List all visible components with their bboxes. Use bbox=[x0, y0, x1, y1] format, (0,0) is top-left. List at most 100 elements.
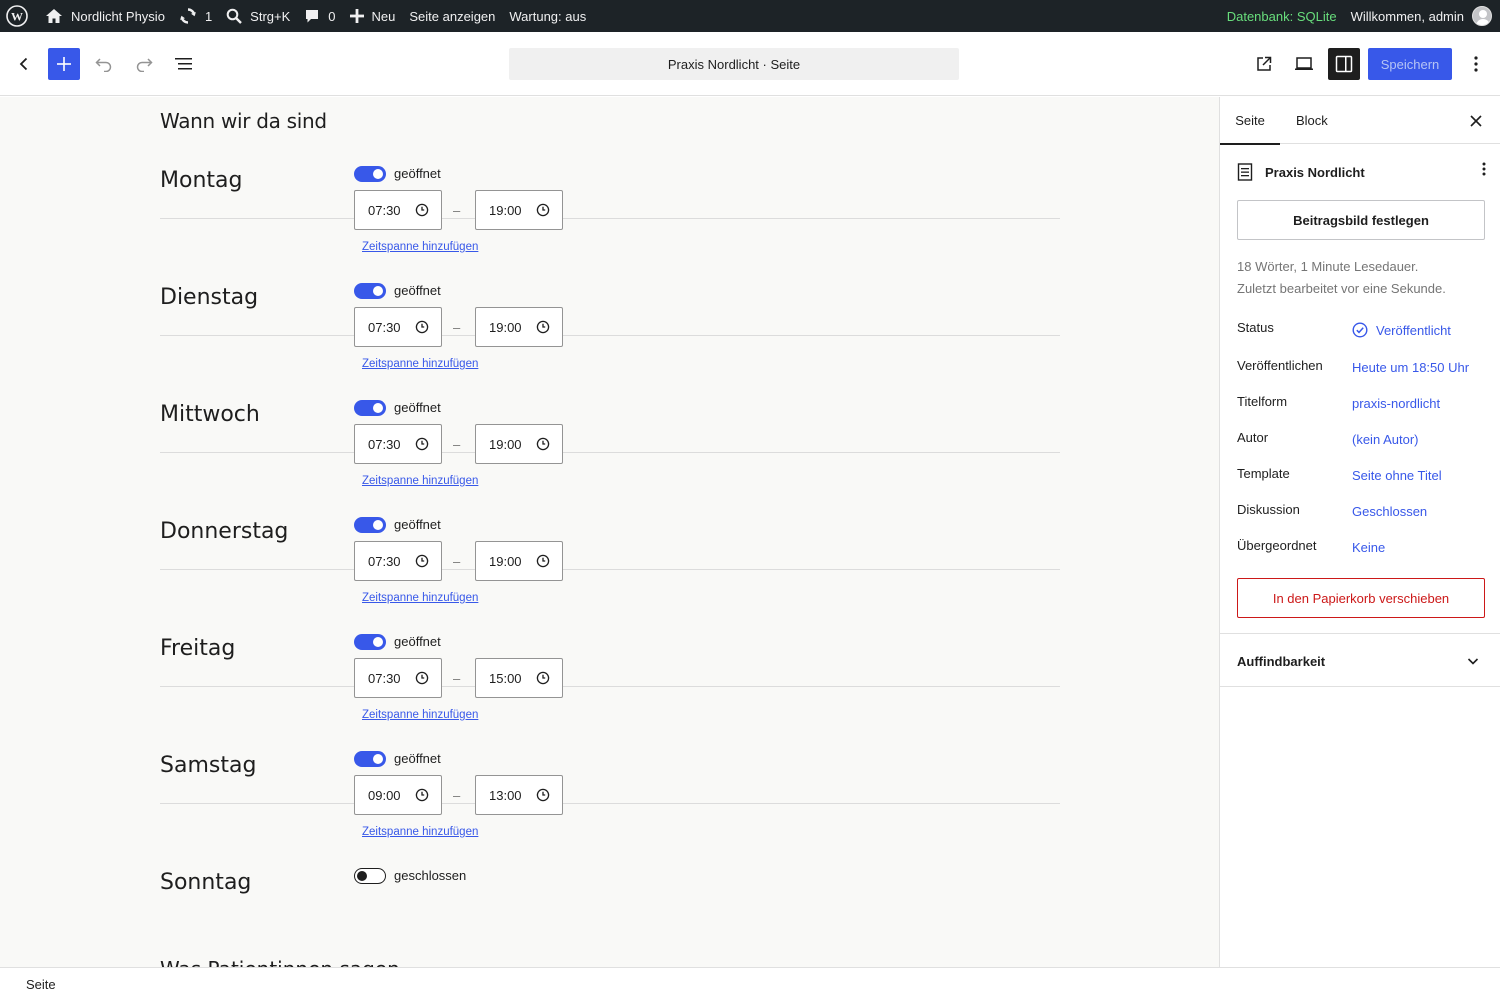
open-status: geöffnet bbox=[394, 400, 441, 415]
settings-sidebar-toggle[interactable] bbox=[1328, 48, 1360, 80]
property-value: Veröffentlicht bbox=[1376, 322, 1451, 338]
site-name-menu[interactable]: Nordlicht Physio bbox=[38, 0, 172, 32]
clock-icon bbox=[536, 788, 550, 802]
property-value-button[interactable]: praxis-nordlicht bbox=[1352, 396, 1440, 411]
open-toggle[interactable] bbox=[354, 868, 386, 884]
wordpress-logo-icon: W bbox=[6, 5, 28, 27]
close-icon bbox=[1470, 115, 1482, 127]
document-overview-button[interactable] bbox=[168, 48, 200, 80]
settings-sidebar: Seite Block Praxis Nordlicht Beitragsbil… bbox=[1219, 97, 1500, 967]
breadcrumb[interactable]: Seite bbox=[26, 977, 56, 992]
more-vertical-icon bbox=[1482, 162, 1486, 176]
page-property-row: Diskussion Geschlossen bbox=[1237, 502, 1485, 524]
block-inserter-button[interactable] bbox=[48, 48, 80, 80]
command-search[interactable]: Strg+K bbox=[219, 0, 297, 32]
property-value-button[interactable]: Heute um 18:50 Uhr bbox=[1352, 360, 1469, 375]
clock-icon bbox=[536, 554, 550, 568]
view-page-link[interactable]: Seite anzeigen bbox=[402, 0, 502, 32]
view-page-button[interactable] bbox=[1248, 48, 1280, 80]
clock-icon bbox=[415, 203, 429, 217]
page-title: Praxis Nordlicht bbox=[1265, 164, 1365, 180]
updates-count: 1 bbox=[204, 8, 213, 24]
page-stats: 18 Wörter, 1 Minute Lesedauer. Zuletzt b… bbox=[1237, 256, 1446, 300]
open-toggle[interactable] bbox=[354, 400, 386, 416]
property-value: Seite ohne Titel bbox=[1352, 468, 1442, 483]
time-from-value: 07:30 bbox=[368, 553, 401, 569]
external-link-icon bbox=[1257, 56, 1272, 71]
comments-menu[interactable]: 0 bbox=[297, 0, 342, 32]
open-toggle[interactable] bbox=[354, 283, 386, 299]
page-property-row: Titelform praxis-nordlicht bbox=[1237, 394, 1485, 416]
page-property-row: Template Seite ohne Titel bbox=[1237, 466, 1485, 488]
new-content-menu[interactable]: Neu bbox=[343, 0, 403, 32]
property-value-button[interactable]: Geschlossen bbox=[1352, 504, 1427, 519]
device-preview-button[interactable] bbox=[1288, 48, 1320, 80]
move-to-trash-button[interactable]: In den Papierkorb verschieben bbox=[1237, 578, 1485, 618]
time-to-value: 19:00 bbox=[489, 319, 522, 335]
clock-icon bbox=[536, 437, 550, 451]
avatar[interactable] bbox=[1472, 6, 1492, 26]
open-status: geöffnet bbox=[394, 751, 441, 766]
undo-button[interactable] bbox=[88, 48, 120, 80]
time-from-value: 07:30 bbox=[368, 319, 401, 335]
property-label: Template bbox=[1237, 466, 1290, 481]
welcome-user[interactable]: Willkommen, admin bbox=[1351, 9, 1464, 24]
clock-icon bbox=[415, 671, 429, 685]
page-property-row: Status Veröffentlicht bbox=[1237, 320, 1485, 342]
time-from-value: 07:30 bbox=[368, 202, 401, 218]
day-name: Montag bbox=[160, 168, 243, 193]
property-value-button[interactable]: Keine bbox=[1352, 540, 1385, 555]
day-name: Donnerstag bbox=[160, 519, 289, 544]
clock-icon bbox=[536, 671, 550, 685]
search-shortcut: Strg+K bbox=[250, 8, 291, 24]
day-name: Freitag bbox=[160, 636, 236, 661]
time-range-separator: – bbox=[453, 671, 461, 686]
updates-menu[interactable]: 1 bbox=[172, 0, 219, 32]
open-toggle[interactable] bbox=[354, 166, 386, 182]
options-button[interactable] bbox=[1460, 48, 1492, 80]
open-status: geöffnet bbox=[394, 283, 441, 298]
open-status: geöffnet bbox=[394, 634, 441, 649]
property-value-button[interactable]: (kein Autor) bbox=[1352, 432, 1418, 447]
redo-icon bbox=[136, 58, 153, 72]
redo-button[interactable] bbox=[128, 48, 160, 80]
wordpress-logo-menu[interactable]: W bbox=[0, 0, 38, 32]
close-sidebar-button[interactable] bbox=[1462, 107, 1490, 135]
time-range-separator: – bbox=[453, 437, 461, 452]
property-value-button[interactable]: Seite ohne Titel bbox=[1352, 468, 1442, 483]
set-featured-image-button[interactable]: Beitragsbild festlegen bbox=[1237, 200, 1485, 240]
clock-icon bbox=[536, 203, 550, 217]
maintenance-menu[interactable]: Wartung: aus bbox=[502, 0, 593, 32]
tab-block[interactable]: Block bbox=[1280, 97, 1344, 144]
time-from-value: 09:00 bbox=[368, 787, 401, 803]
time-from-value: 07:30 bbox=[368, 670, 401, 686]
page-icon bbox=[1237, 163, 1253, 181]
save-button[interactable]: Speichern bbox=[1368, 48, 1452, 80]
editor-canvas[interactable]: Wann wir da sind Montag geöffnet 07:30–19:… bbox=[0, 97, 1219, 967]
chevron-down-icon[interactable] bbox=[1466, 654, 1480, 673]
updates-icon bbox=[180, 8, 196, 24]
tab-block-label: Block bbox=[1296, 113, 1328, 128]
open-toggle[interactable] bbox=[354, 751, 386, 767]
editor-footer: Seite bbox=[0, 967, 1500, 1000]
open-status: geschlossen bbox=[394, 868, 467, 883]
document-title-bar[interactable]: Praxis Nordlicht · Seite bbox=[509, 48, 959, 80]
time-range-separator: – bbox=[453, 203, 461, 218]
property-value-button[interactable]: Veröffentlicht bbox=[1352, 322, 1451, 338]
panel-divider bbox=[1220, 633, 1500, 634]
site-name: Nordlicht Physio bbox=[71, 8, 165, 24]
tab-page[interactable]: Seite bbox=[1220, 97, 1280, 145]
open-toggle[interactable] bbox=[354, 517, 386, 533]
open-toggle[interactable] bbox=[354, 634, 386, 650]
page-actions-button[interactable] bbox=[1482, 161, 1486, 182]
page-property-row: Übergeordnet Keine bbox=[1237, 538, 1485, 560]
discoverability-panel-toggle[interactable]: Auffindbarkeit bbox=[1237, 654, 1325, 669]
open-status: geöffnet bbox=[394, 517, 441, 532]
time-range-separator: – bbox=[453, 554, 461, 569]
maintenance-label: Wartung: aus bbox=[509, 8, 587, 24]
property-value: praxis-nordlicht bbox=[1352, 396, 1441, 411]
undo-icon bbox=[95, 58, 112, 72]
testimonials-heading[interactable]: Was Patientinnen sagen bbox=[160, 957, 400, 967]
back-button[interactable] bbox=[8, 48, 40, 80]
property-label: Diskussion bbox=[1237, 502, 1300, 517]
